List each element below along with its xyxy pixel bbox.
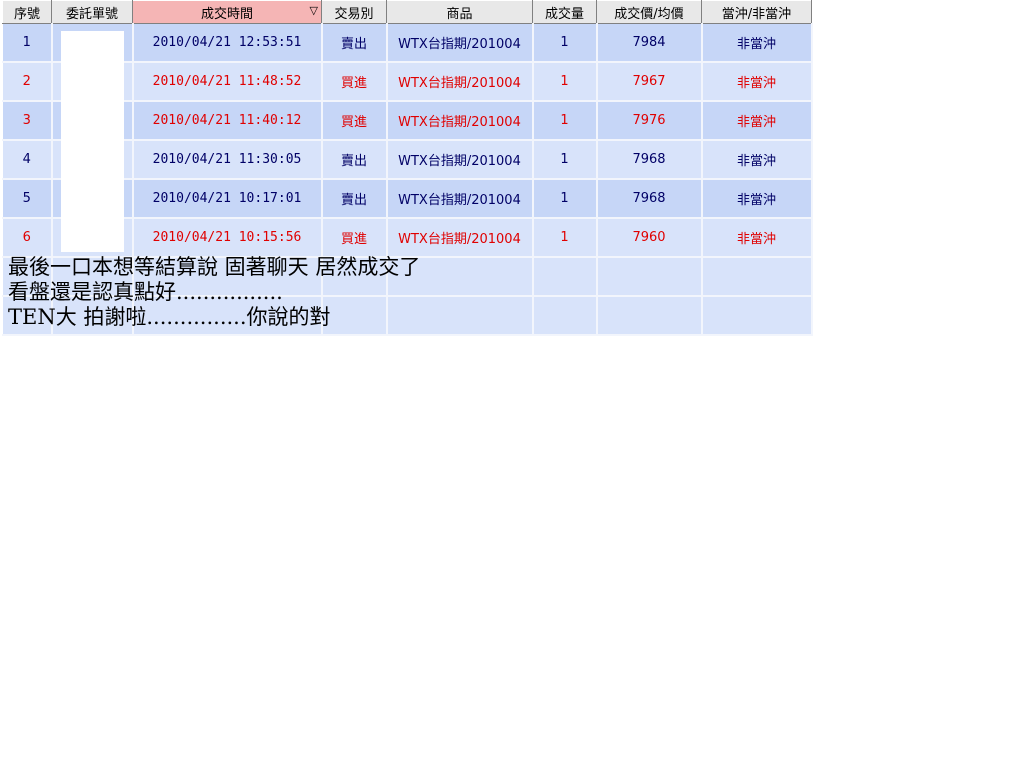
cell-product: WTX台指期/201004 <box>386 178 534 219</box>
cell-seq: 3 <box>2 100 53 141</box>
column-header-seq[interactable]: 序號 <box>2 0 52 24</box>
annotation-text: 最後一口本想等結算說 固著聊天 居然成交了 看盤還是認真點好..........… <box>8 255 420 330</box>
cell-time: 2010/04/21 10:17:01 <box>132 178 323 219</box>
cell-product: WTX台指期/201004 <box>386 217 534 258</box>
column-header-order-no[interactable]: 委託單號 <box>51 0 133 24</box>
cell-seq: 4 <box>2 139 53 180</box>
cell-time: 2010/04/21 11:40:12 <box>132 100 323 141</box>
cell-daytrade: 非當沖 <box>701 61 813 102</box>
cell-daytrade: 非當沖 <box>701 100 813 141</box>
cell-time: 2010/04/21 10:15:56 <box>132 217 323 258</box>
cell-side: 買進 <box>321 100 388 141</box>
cell-price: 7968 <box>596 139 703 180</box>
cell-daytrade: 非當沖 <box>701 178 813 219</box>
cell-price: 7968 <box>596 178 703 219</box>
cell-seq: 5 <box>2 178 53 219</box>
cell-seq: 6 <box>2 217 53 258</box>
cell-price: 7967 <box>596 61 703 102</box>
cell-product: WTX台指期/201004 <box>386 61 534 102</box>
cell-qty: 1 <box>532 178 598 219</box>
sort-descending-icon[interactable]: ▽ <box>310 4 318 18</box>
cell-seq: 2 <box>2 61 53 102</box>
column-header-side[interactable]: 交易別 <box>321 0 387 24</box>
annotation-line-3: TEN大 拍謝啦...............你說的對 <box>8 305 331 329</box>
table-header-row: 序號 委託單號 成交時間 ▽ 交易別 商品 成交量 成交價/均價 當沖/非當沖 <box>2 0 812 24</box>
annotation-line-1: 最後一口本想等結算說 固著聊天 居然成交了 <box>8 255 421 279</box>
column-header-daytrade[interactable]: 當沖/非當沖 <box>701 0 812 24</box>
column-header-qty[interactable]: 成交量 <box>532 0 597 24</box>
cell-side: 買進 <box>321 217 388 258</box>
cell-qty: 1 <box>532 217 598 258</box>
cell-qty: 1 <box>532 23 598 63</box>
cell-price: 7984 <box>596 23 703 63</box>
cell-qty: 1 <box>532 139 598 180</box>
cell-product: WTX台指期/201004 <box>386 23 534 63</box>
cell-time: 2010/04/21 11:48:52 <box>132 61 323 102</box>
cell-daytrade: 非當沖 <box>701 23 813 63</box>
cell-time: 2010/04/21 11:30:05 <box>132 139 323 180</box>
cell-seq: 1 <box>2 23 53 63</box>
cell-qty: 1 <box>532 100 598 141</box>
column-header-time-label: 成交時間 <box>200 6 253 22</box>
annotation-line-2: 看盤還是認真點好................ <box>8 280 283 304</box>
cell-product: WTX台指期/201004 <box>386 139 534 180</box>
column-header-product[interactable]: 商品 <box>386 0 533 24</box>
redaction-block <box>61 31 124 252</box>
cell-side: 賣出 <box>321 178 388 219</box>
cell-side: 賣出 <box>321 23 388 63</box>
column-header-time[interactable]: 成交時間 ▽ <box>132 0 322 24</box>
cell-daytrade: 非當沖 <box>701 217 813 258</box>
column-header-price[interactable]: 成交價/均價 <box>596 0 702 24</box>
cell-price: 7976 <box>596 100 703 141</box>
cell-product: WTX台指期/201004 <box>386 100 534 141</box>
cell-time: 2010/04/21 12:53:51 <box>132 23 323 63</box>
cell-qty: 1 <box>532 61 598 102</box>
cell-daytrade: 非當沖 <box>701 139 813 180</box>
cell-side: 賣出 <box>321 139 388 180</box>
cell-price: 7960 <box>596 217 703 258</box>
cell-side: 買進 <box>321 61 388 102</box>
